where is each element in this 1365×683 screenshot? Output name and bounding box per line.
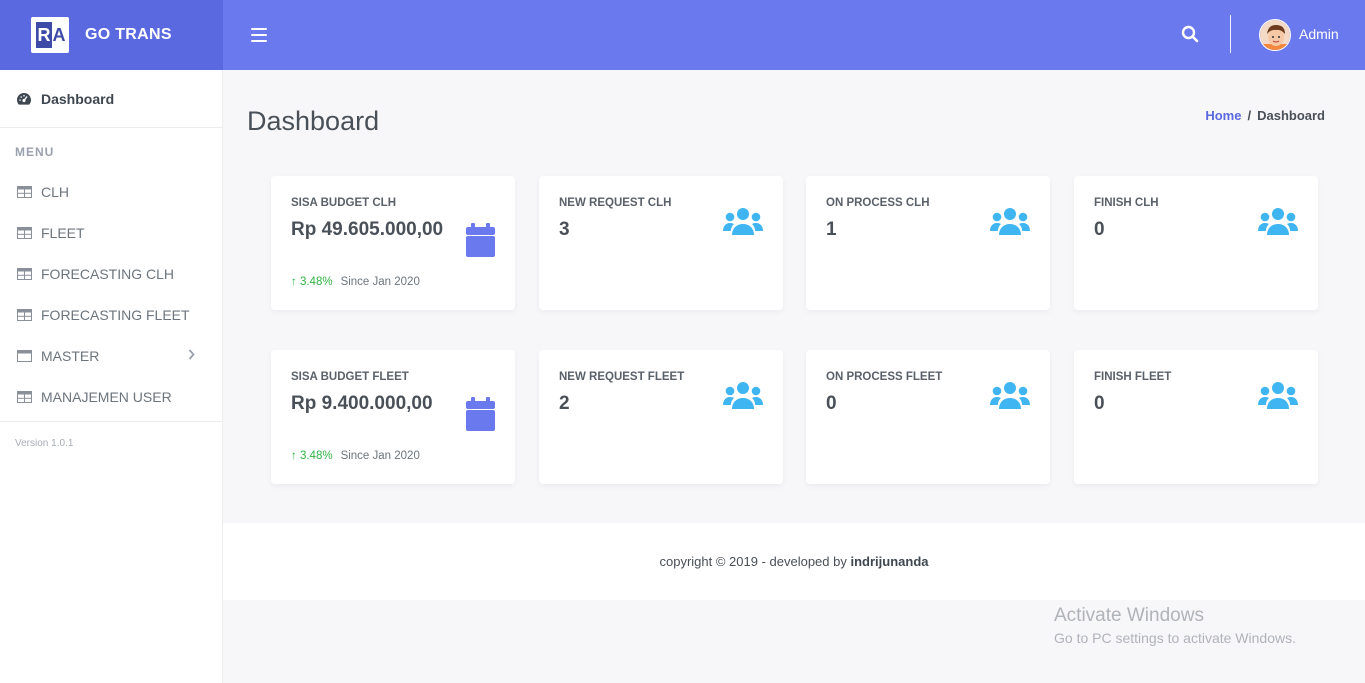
sidebar-item-manajemen-user[interactable]: MANAJEMEN USER xyxy=(0,376,222,417)
card-value: 1 xyxy=(826,219,837,240)
hamburger-menu-icon[interactable] xyxy=(251,24,267,46)
watermark-title: Activate Windows xyxy=(1054,605,1204,626)
trend-up-icon: ↑ xyxy=(291,450,300,462)
users-icon xyxy=(723,382,763,409)
users-icon xyxy=(990,208,1030,235)
table-icon xyxy=(17,390,32,403)
search-icon[interactable] xyxy=(1181,25,1201,45)
window-icon xyxy=(17,349,32,362)
users-icon xyxy=(1258,382,1298,409)
trend-percent: 3.48% xyxy=(299,450,333,462)
sidebar-item-clh[interactable]: CLH xyxy=(0,171,222,212)
calendar-icon xyxy=(466,223,495,257)
menu-heading: MENU xyxy=(15,145,55,159)
breadcrumb-current: Dashboard xyxy=(1257,108,1325,123)
calendar-icon xyxy=(466,397,495,431)
breadcrumb-home-link[interactable]: Home xyxy=(1205,108,1241,123)
page-title: Dashboard xyxy=(247,106,380,136)
sidebar-item-master[interactable]: MASTER xyxy=(0,335,222,376)
breadcrumb-separator: / xyxy=(1247,108,1252,123)
card-value: 0 xyxy=(1094,219,1105,240)
sidebar-item-label: MANAJEMEN USER xyxy=(41,388,172,405)
sidebar-item-forecasting-fleet[interactable]: FORECASTING FLEET xyxy=(0,294,222,335)
brand-logo: RA xyxy=(31,17,69,53)
brand-name: GO TRANS xyxy=(85,26,172,43)
card-value: 3 xyxy=(559,219,570,240)
card-label: SISA BUDGET FLEET xyxy=(291,371,409,383)
watermark-subtitle: Go to PC settings to activate Windows. xyxy=(1054,630,1296,646)
card-new-request-fleet: NEW REQUEST FLEET 2 xyxy=(539,350,783,484)
footer-author: indrijunanda xyxy=(850,554,929,569)
card-trend: ↑ 3.48% Since Jan 2020 xyxy=(291,276,420,288)
card-value: Rp 49.605.000,00 xyxy=(291,219,444,240)
sidebar-item-label: FORECASTING CLH xyxy=(41,265,175,282)
footer-text: copyright © 2019 - developed by xyxy=(659,554,847,569)
brand[interactable]: RA GO TRANS xyxy=(0,0,223,70)
users-icon xyxy=(990,382,1030,409)
user-avatar[interactable] xyxy=(1259,19,1291,51)
card-value: 2 xyxy=(559,393,570,414)
card-sisa-budget-fleet: SISA BUDGET FLEET Rp 9.400.000,00 ↑ 3.48… xyxy=(271,350,515,484)
sidebar-item-label: FLEET xyxy=(41,224,85,241)
card-on-process-fleet: ON PROCESS FLEET 0 xyxy=(806,350,1050,484)
tachometer-icon xyxy=(17,92,31,105)
version-label: Version 1.0.1 xyxy=(15,438,74,449)
sidebar-item-label: CLH xyxy=(41,183,70,200)
sidebar-item-label: FORECASTING FLEET xyxy=(41,306,190,323)
card-label: SISA BUDGET CLH xyxy=(291,197,396,209)
card-trend: ↑ 3.48% Since Jan 2020 xyxy=(291,450,420,462)
card-new-request-clh: NEW REQUEST CLH 3 xyxy=(539,176,783,310)
sidebar-item-label: Dashboard xyxy=(41,90,115,107)
card-value: 0 xyxy=(1094,393,1105,414)
users-icon xyxy=(1258,208,1298,235)
card-finish-fleet: FINISH FLEET 0 xyxy=(1074,350,1318,484)
table-icon xyxy=(17,308,32,321)
trend-since: Since Jan 2020 xyxy=(340,276,420,288)
sidebar-item-forecasting-clh[interactable]: FORECASTING CLH xyxy=(0,253,222,294)
card-sisa-budget-clh: SISA BUDGET CLH Rp 49.605.000,00 ↑ 3.48%… xyxy=(271,176,515,310)
card-value: 0 xyxy=(826,393,837,414)
trend-up-icon: ↑ xyxy=(291,276,300,288)
breadcrumb: Home / Dashboard xyxy=(1205,108,1325,123)
trend-since: Since Jan 2020 xyxy=(340,450,420,462)
users-icon xyxy=(723,208,763,235)
card-value: Rp 9.400.000,00 xyxy=(291,393,433,414)
card-finish-clh: FINISH CLH 0 xyxy=(1074,176,1318,310)
chevron-right-icon xyxy=(188,349,195,360)
trend-percent: 3.48% xyxy=(299,276,333,288)
sidebar-item-dashboard[interactable]: Dashboard xyxy=(0,70,222,128)
activate-windows-watermark: Activate Windows Go to PC settings to ac… xyxy=(1054,605,1296,646)
table-icon xyxy=(17,185,32,198)
table-icon xyxy=(17,267,32,280)
table-icon xyxy=(17,226,32,239)
sidebar-item-fleet[interactable]: FLEET xyxy=(0,212,222,253)
card-on-process-clh: ON PROCESS CLH 1 xyxy=(806,176,1050,310)
topbar-divider xyxy=(1230,15,1231,53)
sidebar-item-label: MASTER xyxy=(41,347,100,364)
footer: copyright © 2019 - developed by indrijun… xyxy=(223,523,1365,600)
sidebar: Dashboard MENU CLH FLEET FORECASTING CLH… xyxy=(0,70,223,683)
user-name[interactable]: Admin xyxy=(1299,26,1339,42)
topbar: Admin xyxy=(223,0,1365,70)
